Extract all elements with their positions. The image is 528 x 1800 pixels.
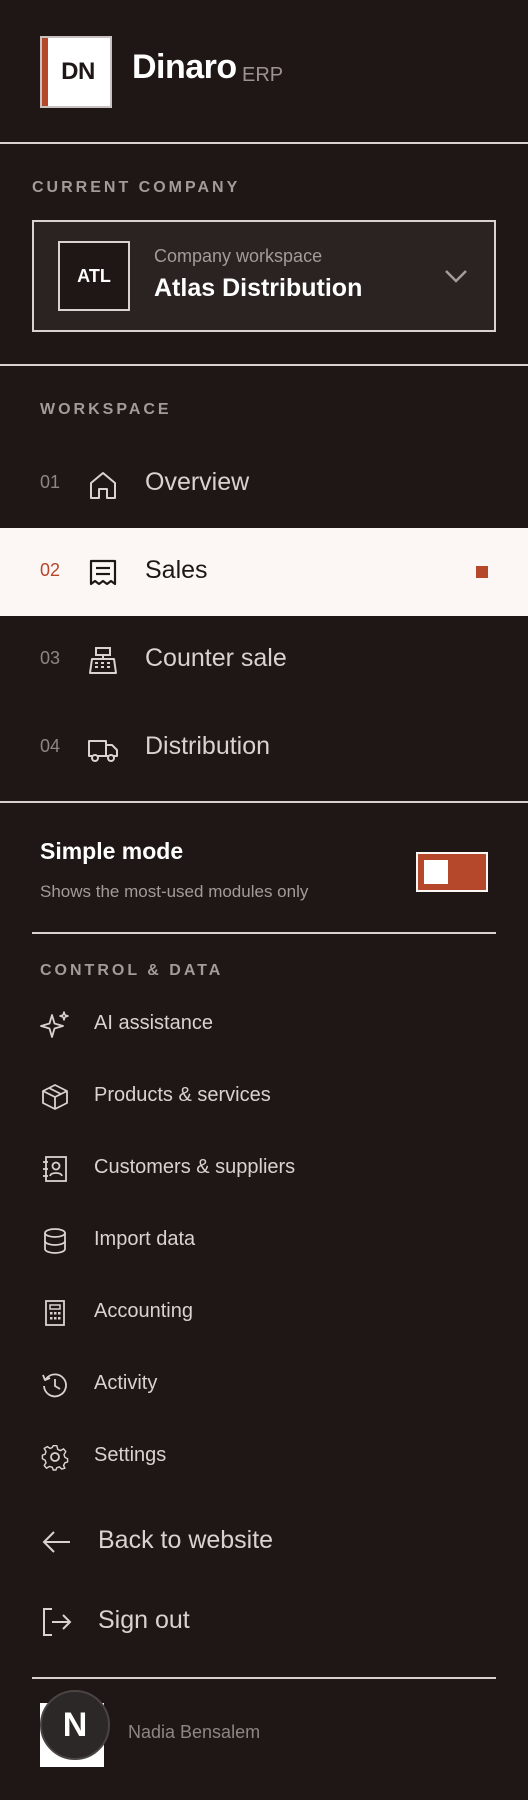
menu-item-ai-assistance[interactable]: AI assistance [40,1006,480,1046]
back-to-website-link[interactable]: Back to website [40,1520,480,1564]
sign-out-icon [40,1606,74,1638]
nav-item-counter-sale[interactable]: 03 Counter sale [0,616,528,704]
company-divider [0,364,528,366]
company-subtitle: Company workspace [154,246,323,266]
sign-out-label: Sign out [98,1606,190,1634]
nav-label: Distribution [145,732,271,760]
current-company-label: CURRENT COMPANY [32,179,241,196]
user-name: Nadia Bensalem [128,1722,261,1742]
logo-text: DN [61,58,95,85]
menu-item-label: Activity [94,1372,158,1394]
nav-label: Overview [145,468,250,496]
truck-icon [86,732,120,766]
calculator-icon [40,1298,70,1328]
control-data-label: CONTROL & DATA [40,962,224,979]
menu-item-label: AI assistance [94,1012,213,1034]
nav-number: 01 [40,472,61,492]
nav-item-sales[interactable]: 02 Sales [0,528,528,616]
database-icon [40,1226,70,1256]
toggle-knob [424,860,448,884]
nav-label: Counter sale [145,644,287,672]
simple-mode-description: Shows the most-used modules only [40,882,309,901]
package-icon [40,1082,70,1112]
simple-mode-divider [32,932,496,934]
menu-item-label: Customers & suppliers [94,1156,296,1178]
nav-item-overview[interactable]: 01 Overview [0,440,528,528]
nav-label: Sales [145,556,208,584]
company-name: Atlas Distribution [154,274,363,302]
menu-item-products-services[interactable]: Products & services [40,1078,480,1118]
nav-item-distribution[interactable]: 04 Distribution [0,704,528,792]
brand-name: Dinaro [132,48,237,86]
menu-item-label: Accounting [94,1300,193,1322]
menu-item-customers-suppliers[interactable]: Customers & suppliers [40,1150,480,1190]
menu-item-import-data[interactable]: Import data [40,1222,480,1262]
chevron-down-icon[interactable] [440,264,472,288]
workspace-divider [0,801,528,803]
cash-register-icon [86,644,120,678]
avatar[interactable]: N [40,1690,110,1760]
header-divider [0,142,528,144]
nav-number: 02 [40,560,61,580]
sign-out-link[interactable]: Sign out [40,1600,480,1644]
gear-icon [40,1442,70,1472]
menu-item-accounting[interactable]: Accounting [40,1294,480,1334]
menu-item-settings[interactable]: Settings [40,1438,480,1478]
simple-mode-title: Simple mode [40,838,184,864]
menu-item-label: Import data [94,1228,196,1250]
history-icon [40,1370,70,1400]
back-to-website-label: Back to website [98,1526,274,1554]
menu-item-label: Products & services [94,1084,271,1106]
footer-divider [32,1677,496,1679]
nav-number: 03 [40,648,61,668]
menu-item-label: Settings [94,1444,167,1466]
home-icon [86,468,120,502]
arrow-left-icon [40,1526,74,1558]
simple-mode-toggle[interactable] [416,852,488,892]
menu-item-activity[interactable]: Activity [40,1366,480,1406]
active-indicator [476,566,488,578]
company-badge: ATL [58,241,130,311]
contacts-icon [40,1154,70,1184]
nav-number: 04 [40,736,61,756]
workspace-label: WORKSPACE [40,401,172,418]
logo[interactable]: DN [40,36,112,108]
receipt-icon [86,556,120,590]
avatar-letter: N [62,1705,88,1744]
brand-suffix: ERP [242,64,284,86]
sparkles-icon [40,1010,70,1040]
